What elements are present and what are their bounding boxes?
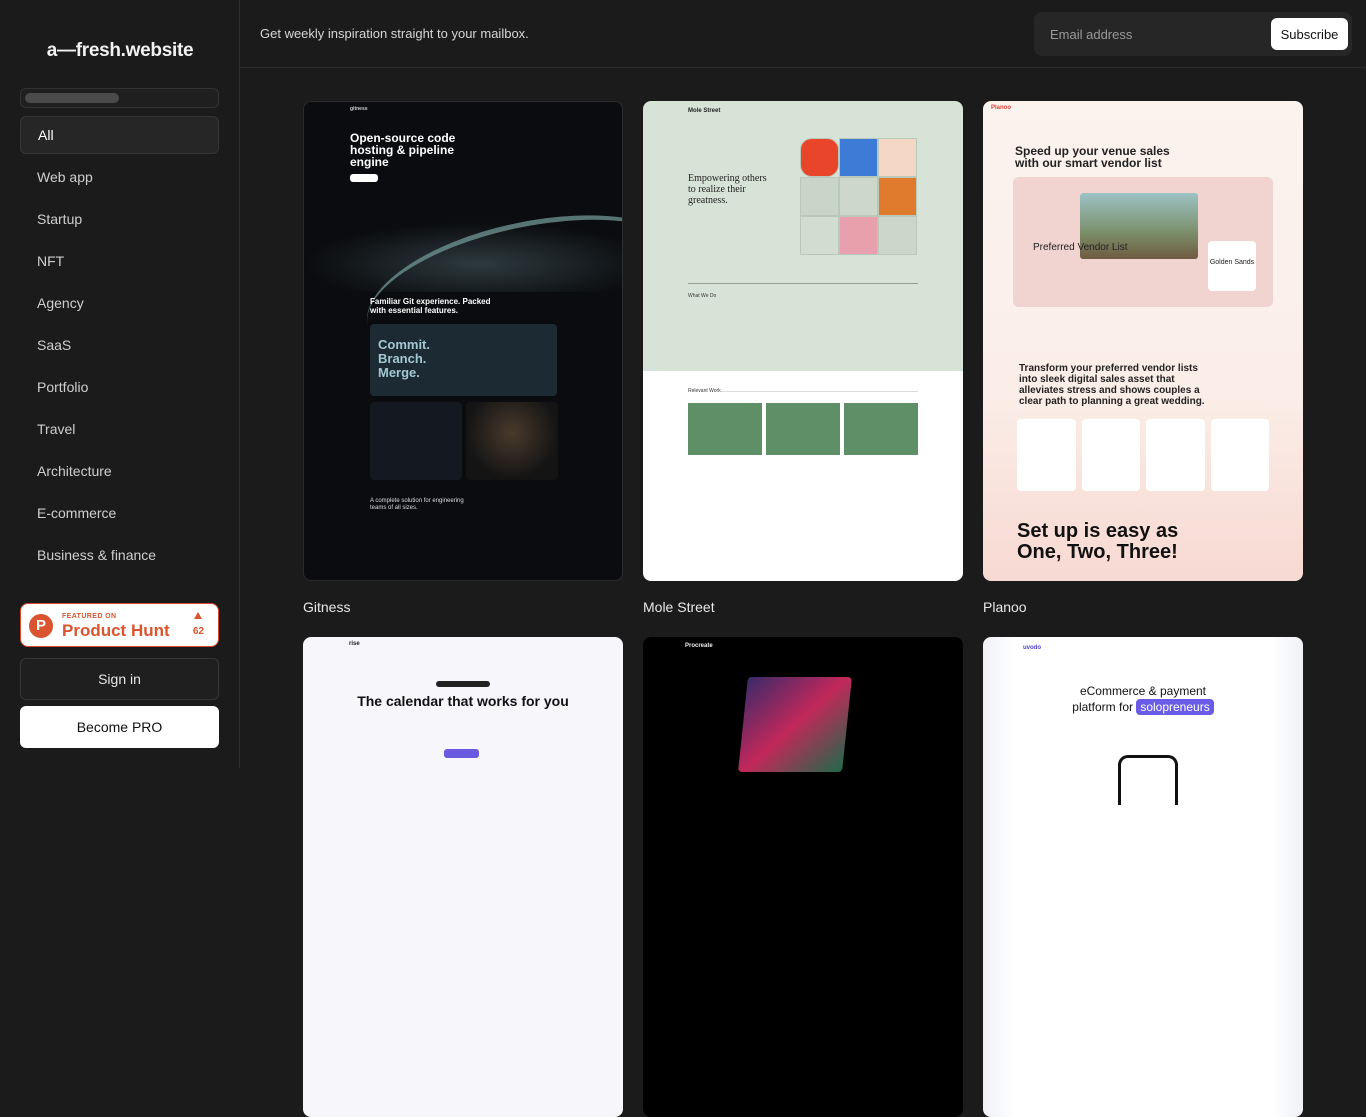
nav-item-web-app[interactable]: Web app <box>20 158 219 196</box>
product-hunt-featured-label: FEATURED ON <box>62 613 117 620</box>
nav-item-business-finance[interactable]: Business & finance <box>20 536 219 574</box>
preview-headline-line-2: platform for <box>1072 700 1133 714</box>
preview-headline: eCommerce & payment platform for solopre… <box>983 683 1303 715</box>
preview-headline-line-1: eCommerce & payment <box>1079 684 1207 698</box>
preview-feature-tiles <box>1017 419 1269 491</box>
preview-footer-headline: Set up is easy as One, Two, Three! <box>1017 520 1179 563</box>
site-card-planoo[interactable]: Planoo Speed up your venue sales with ou… <box>983 101 1303 615</box>
site-thumbnail[interactable]: uvodo eCommerce & payment platform for s… <box>983 637 1303 1117</box>
preview-headline: Open-source code hosting & pipeline engi… <box>350 131 456 169</box>
preview-feature-box: Commit. Branch. Merge. <box>370 324 557 396</box>
preview-brand: uvodo <box>1023 645 1041 651</box>
product-hunt-badge[interactable]: P FEATURED ON Product Hunt 62 <box>20 603 219 647</box>
preview-cta <box>350 174 378 182</box>
preview-subheadline: Transform your preferred vendor lists in… <box>1019 363 1205 407</box>
preview-phone-image <box>1118 755 1178 805</box>
preview-headline: Empowering others to realize their great… <box>688 173 767 206</box>
site-thumbnail[interactable]: Planoo Speed up your venue sales with ou… <box>983 101 1303 581</box>
preview-section-label: What We Do <box>688 293 717 299</box>
category-search-placeholder <box>20 88 219 108</box>
nav-item-portfolio[interactable]: Portfolio <box>20 368 219 406</box>
nav-item-architecture[interactable]: Architecture <box>20 452 219 490</box>
nav-item-saas[interactable]: SaaS <box>20 326 219 364</box>
sidebar: a—fresh.website All Web app Startup NFT … <box>0 0 240 768</box>
preview-security-box <box>466 402 558 480</box>
sign-in-button[interactable]: Sign in <box>20 658 219 700</box>
preview-badge: Golden Sands <box>1208 241 1256 291</box>
site-thumbnail[interactable]: Mole Street Empowering others to realize… <box>643 101 963 581</box>
site-thumbnail[interactable]: Procreate <box>643 637 963 1117</box>
preview-headline: The calendar that works for you <box>357 693 569 709</box>
upvote-count: 62 <box>192 626 204 637</box>
site-card-rise[interactable]: rise The calendar that works for you <box>303 637 623 1117</box>
category-nav: All Web app Startup NFT Agency SaaS Port… <box>20 116 219 578</box>
preview-cta <box>444 749 479 758</box>
preview-footer-text: A complete solution for engineering team… <box>370 498 464 511</box>
site-logo[interactable]: a—fresh.website <box>0 40 240 62</box>
preview-divider <box>688 391 918 392</box>
upvote-arrow-icon <box>194 612 202 619</box>
site-card-gitness[interactable]: gitness Open-source code hosting & pipel… <box>303 101 623 615</box>
site-card-title[interactable]: Planoo <box>983 599 1303 615</box>
site-card-title[interactable]: Gitness <box>303 599 623 615</box>
site-thumbnail[interactable]: rise The calendar that works for you <box>303 637 623 1117</box>
preview-subheadline: Familiar Git experience. Packed with ess… <box>370 297 491 315</box>
preview-work-label: Relevant Work <box>688 388 721 394</box>
newsletter-form: Subscribe <box>1034 12 1352 56</box>
preview-code-box <box>370 402 462 480</box>
email-input[interactable] <box>1034 12 1264 56</box>
preview-device-image <box>738 677 852 772</box>
nav-item-startup[interactable]: Startup <box>20 200 219 238</box>
preview-card-title: Preferred Vendor List <box>1033 242 1128 253</box>
preview-brand: Procreate <box>685 643 713 649</box>
site-card-title[interactable]: Mole Street <box>643 599 963 615</box>
site-card-uvodo[interactable]: uvodo eCommerce & payment platform for s… <box>983 637 1303 1117</box>
site-thumbnail[interactable]: gitness Open-source code hosting & pipel… <box>303 101 623 581</box>
preview-divider <box>688 283 918 284</box>
preview-brand: Planoo <box>991 105 1012 111</box>
site-card-mole-street[interactable]: Mole Street Empowering others to realize… <box>643 101 963 615</box>
product-hunt-name: Product Hunt <box>62 621 170 640</box>
site-card-procreate[interactable]: Procreate <box>643 637 963 1117</box>
nav-item-travel[interactable]: Travel <box>20 410 219 448</box>
product-hunt-logo-icon: P <box>29 614 53 638</box>
preview-box-text: Commit. Branch. Merge. <box>378 337 430 380</box>
nav-item-agency[interactable]: Agency <box>20 284 219 322</box>
nav-item-ecommerce[interactable]: E-commerce <box>20 494 219 532</box>
top-bar: Get weekly inspiration straight to your … <box>240 0 1366 68</box>
nav-item-nft[interactable]: NFT <box>20 242 219 280</box>
preview-work-images <box>688 403 918 455</box>
become-pro-button[interactable]: Become PRO <box>20 706 219 748</box>
loading-skeleton <box>25 93 119 103</box>
newsletter-tagline: Get weekly inspiration straight to your … <box>260 26 529 41</box>
nav-item-all[interactable]: All <box>20 116 219 154</box>
preview-announcement-pill <box>436 681 490 687</box>
preview-brand: gitness <box>350 106 368 112</box>
preview-brand: Mole Street <box>688 108 721 114</box>
subscribe-button[interactable]: Subscribe <box>1271 18 1348 50</box>
preview-highlight-pill: solopreneurs <box>1136 699 1214 715</box>
preview-headline: Speed up your venue sales with our smart… <box>1015 144 1170 170</box>
preview-brand: rise <box>349 641 360 647</box>
preview-pattern-grid <box>800 138 917 255</box>
